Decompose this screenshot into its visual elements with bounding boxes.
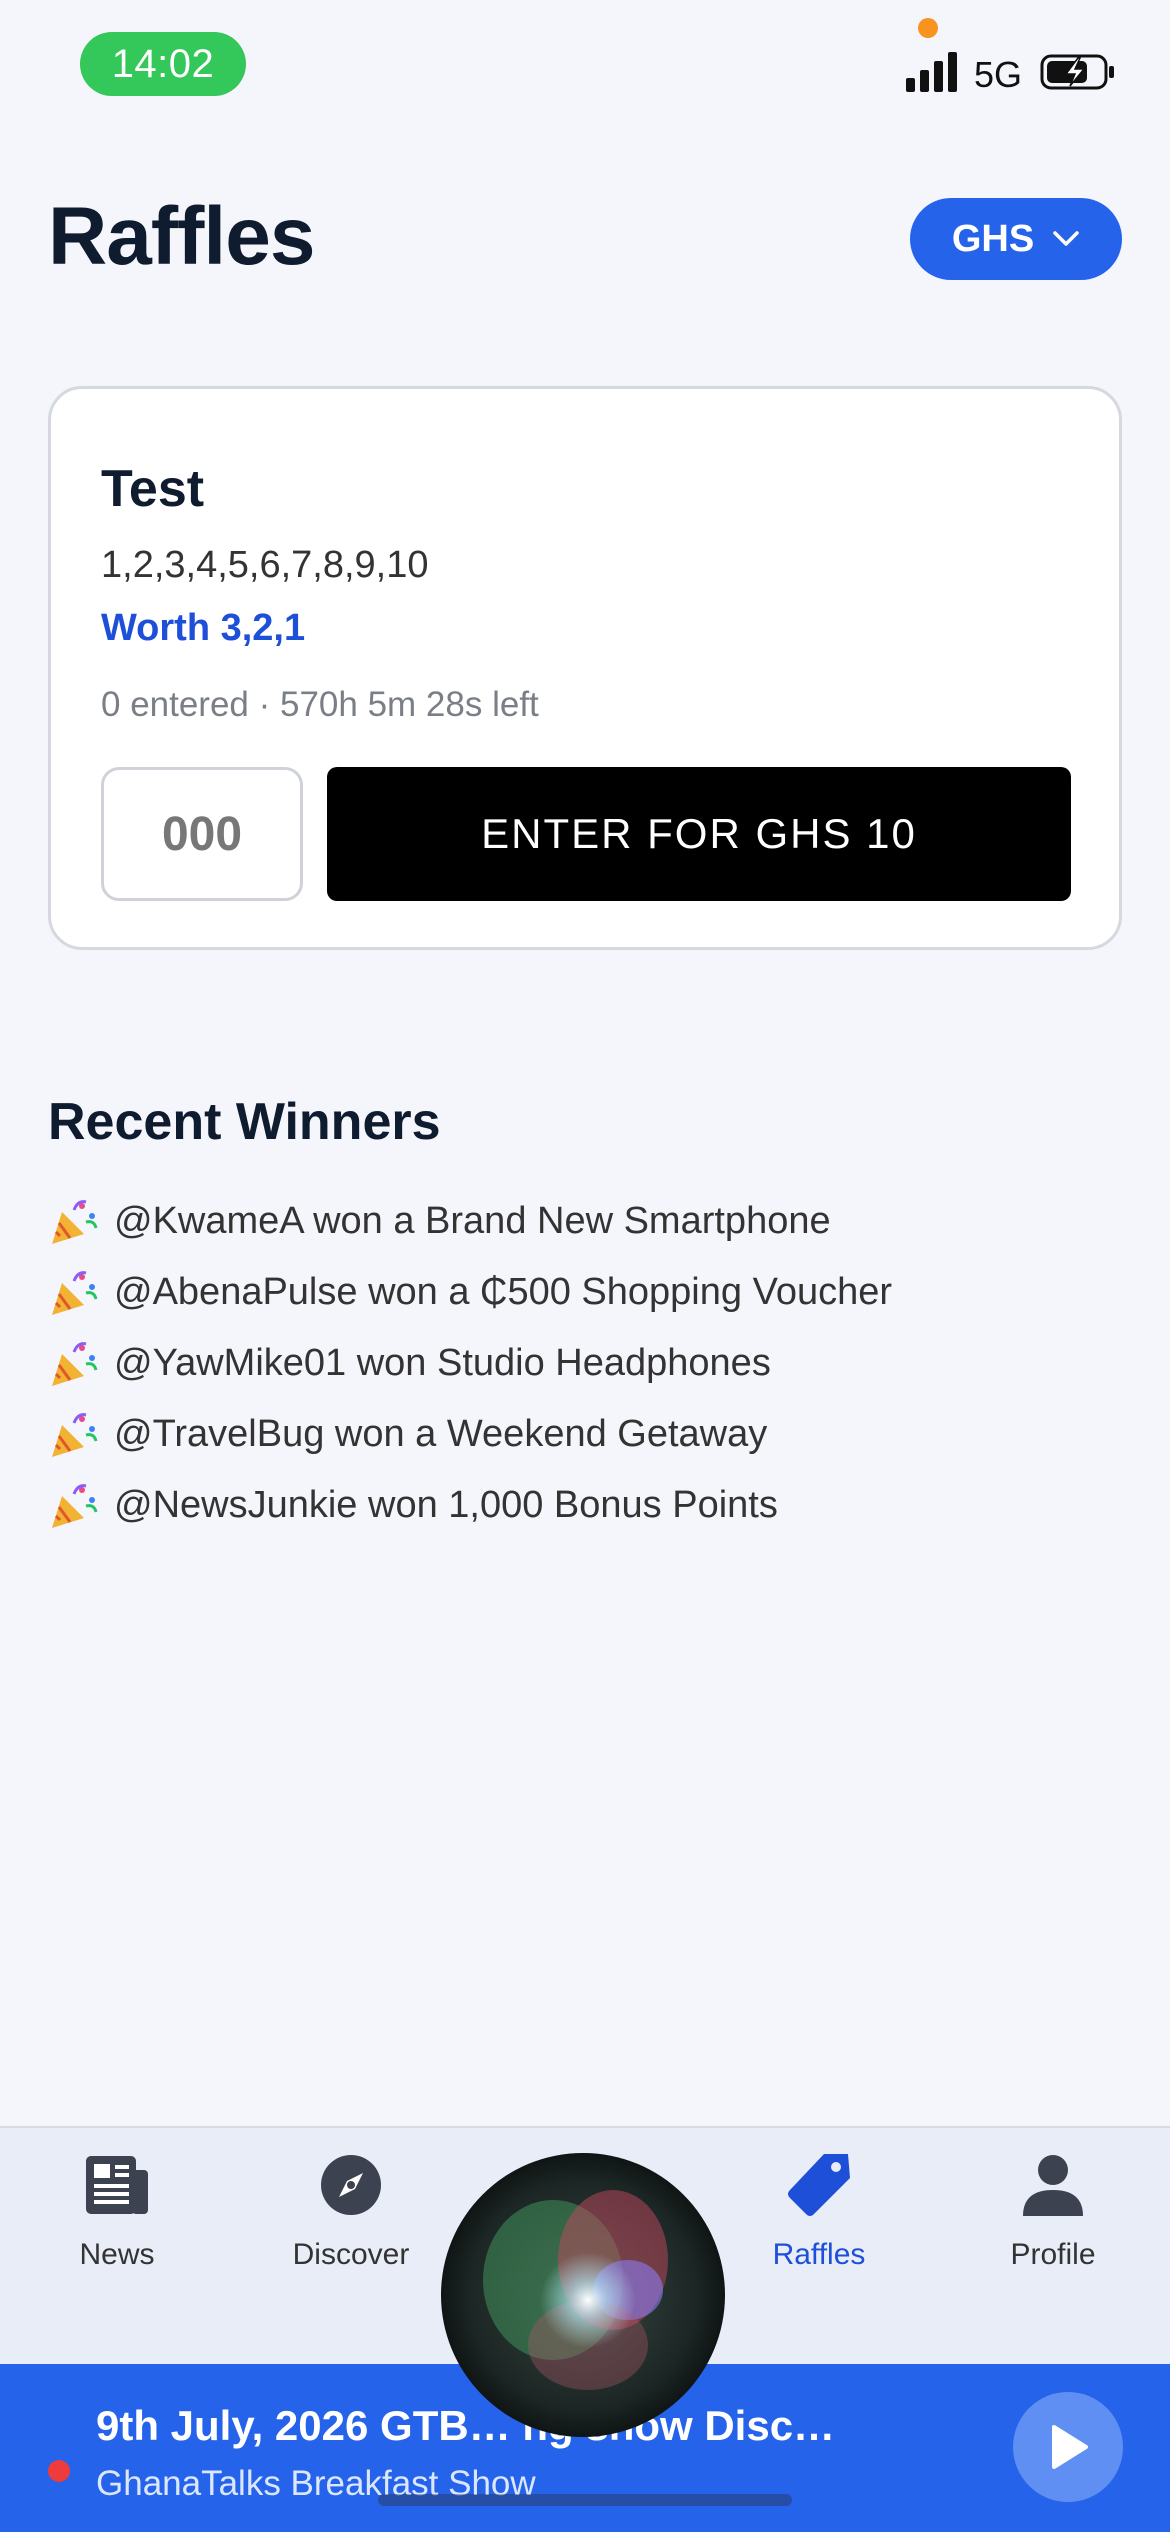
winner-text: @NewsJunkie won 1,000 Bonus Points [114,1484,778,1526]
status-time: 14:02 [80,32,246,96]
live-indicator [48,2460,70,2482]
ticket-number-input[interactable] [101,767,303,901]
tab-label: Profile [1010,2238,1096,2271]
raffle-worth: Worth 3,2,1 [101,607,306,649]
play-button[interactable] [1013,2392,1123,2502]
winner-text: @YawMike01 won Studio Headphones [114,1342,771,1384]
battery-charging-icon [1040,54,1114,90]
user-icon [1023,2155,1083,2216]
party-popper-icon [52,1483,98,1528]
network-type: 5G [974,54,1023,95]
signal-icon [906,52,957,92]
raffle-card: Test 1,2,3,4,5,6,7,8,9,10 Worth 3,2,1 0 … [48,386,1122,950]
tag-icon [788,2154,850,2216]
list-item: @KwameA won a Brand New Smartphone [48,1186,892,1257]
raffle-title: Test [101,460,205,518]
winners-list: @KwameA won a Brand New Smartphone @Aben… [48,1186,892,1541]
list-item: @AbenaPulse won a ₵500 Shopping Voucher [48,1257,892,1328]
winner-text: @KwameA won a Brand New Smartphone [114,1200,831,1242]
winner-text: @TravelBug won a Weekend Getaway [114,1413,768,1455]
tab-discover[interactable]: Discover [234,2128,468,2366]
tab-label: Raffles [772,2238,866,2271]
status-bar: 14:02 5G [0,0,1170,130]
chevron-down-icon [1053,231,1079,246]
tab-label: Discover [292,2238,410,2271]
tab-raffles[interactable]: Raffles [702,2128,936,2366]
raffle-entries-countdown: 0 entered · 570h 5m 28s left [101,685,539,724]
newspaper-icon [86,2156,148,2214]
currency-label: GHS [951,217,1035,260]
play-icon [1052,2425,1088,2469]
party-popper-icon [52,1412,98,1457]
party-popper-icon [52,1199,98,1244]
tab-label: News [79,2238,155,2271]
list-item: @YawMike01 won Studio Headphones [48,1328,892,1399]
siri-orb-icon[interactable] [438,2150,728,2440]
party-popper-icon [52,1341,98,1386]
compass-icon [321,2155,381,2215]
enter-raffle-button[interactable]: ENTER FOR GHS 10 [327,767,1071,901]
list-item: @TravelBug won a Weekend Getaway [48,1399,892,1470]
home-indicator [378,2494,792,2506]
currency-selector-button[interactable]: GHS [910,198,1122,280]
page-title: Raffles [48,191,315,282]
mic-indicator-dot [918,18,938,38]
winner-text: @AbenaPulse won a ₵500 Shopping Voucher [114,1271,893,1313]
tab-news[interactable]: News [0,2128,234,2366]
tab-profile[interactable]: Profile [936,2128,1170,2366]
raffle-description: 1,2,3,4,5,6,7,8,9,10 [101,544,429,586]
party-popper-icon [52,1270,98,1315]
recent-winners-title: Recent Winners [48,1093,441,1151]
list-item: @NewsJunkie won 1,000 Bonus Points [48,1470,892,1541]
